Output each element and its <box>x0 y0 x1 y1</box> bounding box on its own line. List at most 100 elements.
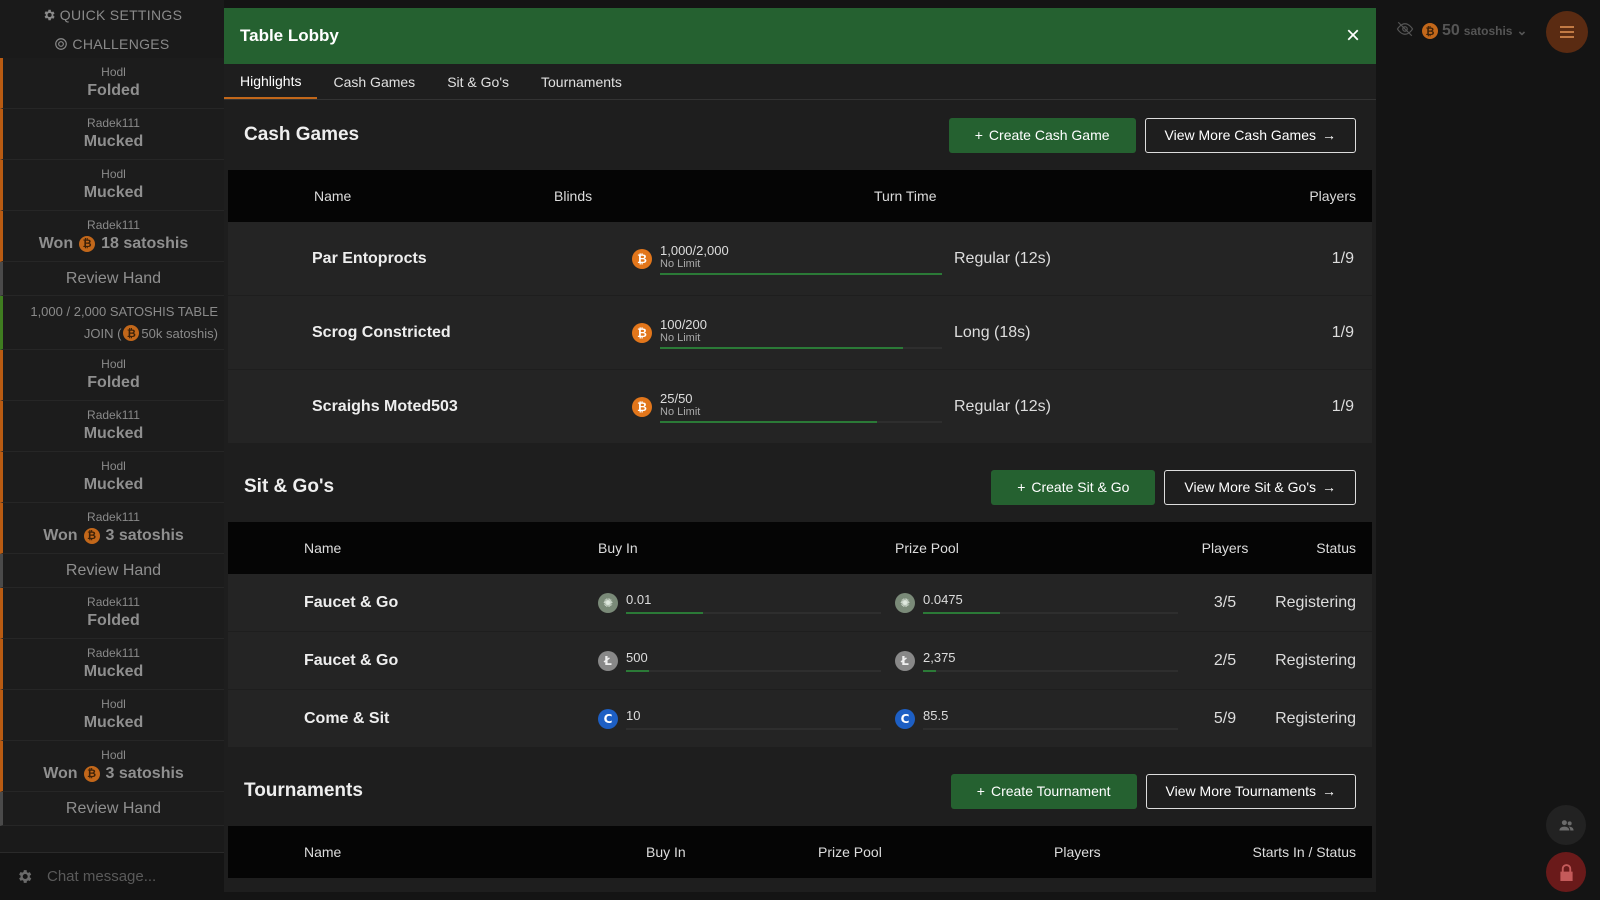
action-label: Mucked <box>83 714 144 731</box>
plus-icon: + <box>974 127 983 143</box>
join-table-link[interactable]: JOIN (₿ 50k satoshis) <box>84 325 218 341</box>
balance-value: 50 <box>1442 22 1460 39</box>
friends-button[interactable] <box>1546 805 1586 845</box>
cash-games-header: Name Blinds Turn Time Players <box>228 170 1372 222</box>
player-action: Folded <box>87 80 139 102</box>
action-label: Mucked <box>83 184 144 201</box>
lobby-tabs: Highlights Cash Games Sit & Go's Tournament… <box>224 64 1376 100</box>
close-icon[interactable]: × <box>1346 24 1360 48</box>
view-more-tournaments-label: View More Tournaments <box>1165 783 1316 799</box>
tab-tournaments[interactable]: Tournaments <box>525 64 638 99</box>
blinds-text: 1,000/2,000 No Limit <box>660 243 942 275</box>
cash-games-title: Cash Games <box>244 124 360 145</box>
log-entry: Hodl Mucked <box>0 452 224 503</box>
view-more-tournaments-button[interactable]: View More Tournaments → <box>1145 773 1356 809</box>
table-row[interactable]: Scraighs Moted503 ₿ 25/50 No Limit Regular (… <box>228 370 1372 444</box>
blinds-cell: ₿ 1,000/2,000 No Limit <box>632 243 954 275</box>
ctc-coin-icon: C <box>895 708 915 729</box>
players-count: 1/9 <box>1331 323 1354 341</box>
lock-button[interactable] <box>1546 852 1586 892</box>
review-hand-button[interactable]: Review Hand <box>0 792 224 826</box>
bitcoin-icon: ₿ <box>632 396 652 417</box>
players-count: 5/9 <box>1213 709 1237 727</box>
buy-in-text: 10 <box>626 708 881 730</box>
blinds-value: 1,000/2,000 <box>660 242 729 258</box>
action-label: Mucked <box>83 133 144 150</box>
player-name: Hodl <box>101 357 126 371</box>
faucet-coin-icon: ✺ <box>895 592 915 613</box>
view-more-sit-and-go-button[interactable]: View More Sit & Go's → <box>1164 469 1356 505</box>
create-sit-and-go-button[interactable]: + Create Sit & Go <box>991 469 1156 505</box>
prize-pool-progress <box>923 727 1178 730</box>
gear-icon <box>44 9 55 20</box>
game-name: Scrog Constricted <box>312 323 451 341</box>
table-row[interactable]: Par Entoprocts ₿ 1,000/2,000 No Limit Regula… <box>228 222 1372 296</box>
log-entry: Radek111 Won ₿ 3 satoshis <box>0 503 224 554</box>
blinds-value: 25/50 <box>660 390 693 406</box>
balance-display[interactable]: ₿ 50 satoshis ⌄ <box>1422 22 1527 40</box>
col-turn-time: Turn Time <box>874 188 937 204</box>
chevron-down-icon: ⌄ <box>1516 23 1528 38</box>
turn-time: Regular (12s) <box>954 397 1051 415</box>
join-table-entry[interactable]: 1,000 / 2,000 SATOSHIS TABLE JOIN (₿ 50k s… <box>0 296 224 350</box>
review-hand-label: Review Hand <box>65 561 162 579</box>
eye-off-icon[interactable] <box>1396 20 1414 43</box>
plus-icon: + <box>976 783 985 799</box>
prize-pool-progress <box>923 669 1178 672</box>
col-prize-pool: Prize Pool <box>818 844 882 860</box>
tournaments-section: Tournaments + Create Tournament View More… <box>224 756 1376 878</box>
quick-settings-button[interactable]: QUICK SETTINGS <box>0 0 224 29</box>
player-name: Radek111 <box>87 646 140 660</box>
table-row[interactable]: Scrog Constricted ₿ 100/200 No Limit Long (1… <box>228 296 1372 370</box>
players-count: 1/9 <box>1331 397 1354 415</box>
menu-button[interactable] <box>1546 11 1588 53</box>
modal-title: Table Lobby <box>240 26 339 45</box>
challenges-button[interactable]: CHALLENGES <box>0 29 224 58</box>
ctc-coin-icon: C <box>598 708 618 729</box>
blinds-cell: ₿ 25/50 No Limit <box>632 391 954 423</box>
create-tournament-button[interactable]: + Create Tournament <box>950 773 1137 809</box>
players-count: 3/5 <box>1213 593 1237 611</box>
hand-history-sidebar: QUICK SETTINGS CHALLENGES Hodl Folded Rade… <box>0 0 224 900</box>
prize-pool-cell: C 85.5 <box>895 708 1195 730</box>
tab-cash-games[interactable]: Cash Games <box>317 64 431 99</box>
table-row[interactable]: Faucet & Go Ł 500 Ł 2,375 2/5 Registering <box>228 632 1372 690</box>
progress-fill <box>626 611 703 614</box>
review-hand-label: Review Hand <box>65 269 162 287</box>
player-name: Hodl <box>101 459 126 473</box>
player-name: Radek111 <box>87 510 140 524</box>
tab-highlights[interactable]: Highlights <box>224 64 318 99</box>
game-name: Faucet & Go <box>304 593 399 611</box>
won-amount: 18 satoshis <box>101 235 189 252</box>
gear-icon[interactable] <box>16 868 33 885</box>
prize-pool-text: 85.5 <box>923 708 1178 730</box>
review-hand-button[interactable]: Review Hand <box>0 554 224 588</box>
view-more-cash-games-button[interactable]: View More Cash Games → <box>1144 117 1356 153</box>
create-cash-game-label: Create Cash Game <box>988 127 1110 143</box>
tab-sit-go-s[interactable]: Sit & Go's <box>431 64 525 99</box>
prize-pool-text: 0.0475 <box>923 592 1178 614</box>
target-icon <box>55 37 68 50</box>
review-hand-button[interactable]: Review Hand <box>0 262 224 296</box>
buy-in-cell: ✺ 0.01 <box>598 592 895 614</box>
players-count: 2/5 <box>1213 651 1237 669</box>
table-row[interactable]: Come & Sit C 10 C 85.5 5/9 Registering <box>228 690 1372 748</box>
lock-icon <box>1559 863 1573 881</box>
cash-games-section: Cash Games + Create Cash Game View More C… <box>224 100 1376 444</box>
view-more-sit-and-go-label: View More Sit & Go's <box>1184 479 1316 495</box>
table-row[interactable]: Faucet & Go ✺ 0.01 ✺ 0.0475 3/5 Registering <box>228 574 1372 632</box>
buy-in-progress <box>626 669 881 672</box>
blinds-text: 100/200 No Limit <box>660 317 942 349</box>
progress-fill <box>660 420 878 423</box>
buy-in-cell: Ł 500 <box>598 650 895 672</box>
action-label: Folded <box>87 374 140 391</box>
player-name: Hodl <box>101 697 126 711</box>
chat-input[interactable]: Chat message... <box>47 868 156 885</box>
player-action: Mucked <box>84 423 144 445</box>
game-name: Par Entoprocts <box>312 249 427 267</box>
create-cash-game-button[interactable]: + Create Cash Game <box>948 117 1136 153</box>
create-sit-and-go-label: Create Sit & Go <box>1031 479 1130 495</box>
quick-settings-label: QUICK SETTINGS <box>59 6 183 23</box>
limit-type: No Limit <box>660 331 701 344</box>
hamburger-icon <box>1560 31 1574 33</box>
